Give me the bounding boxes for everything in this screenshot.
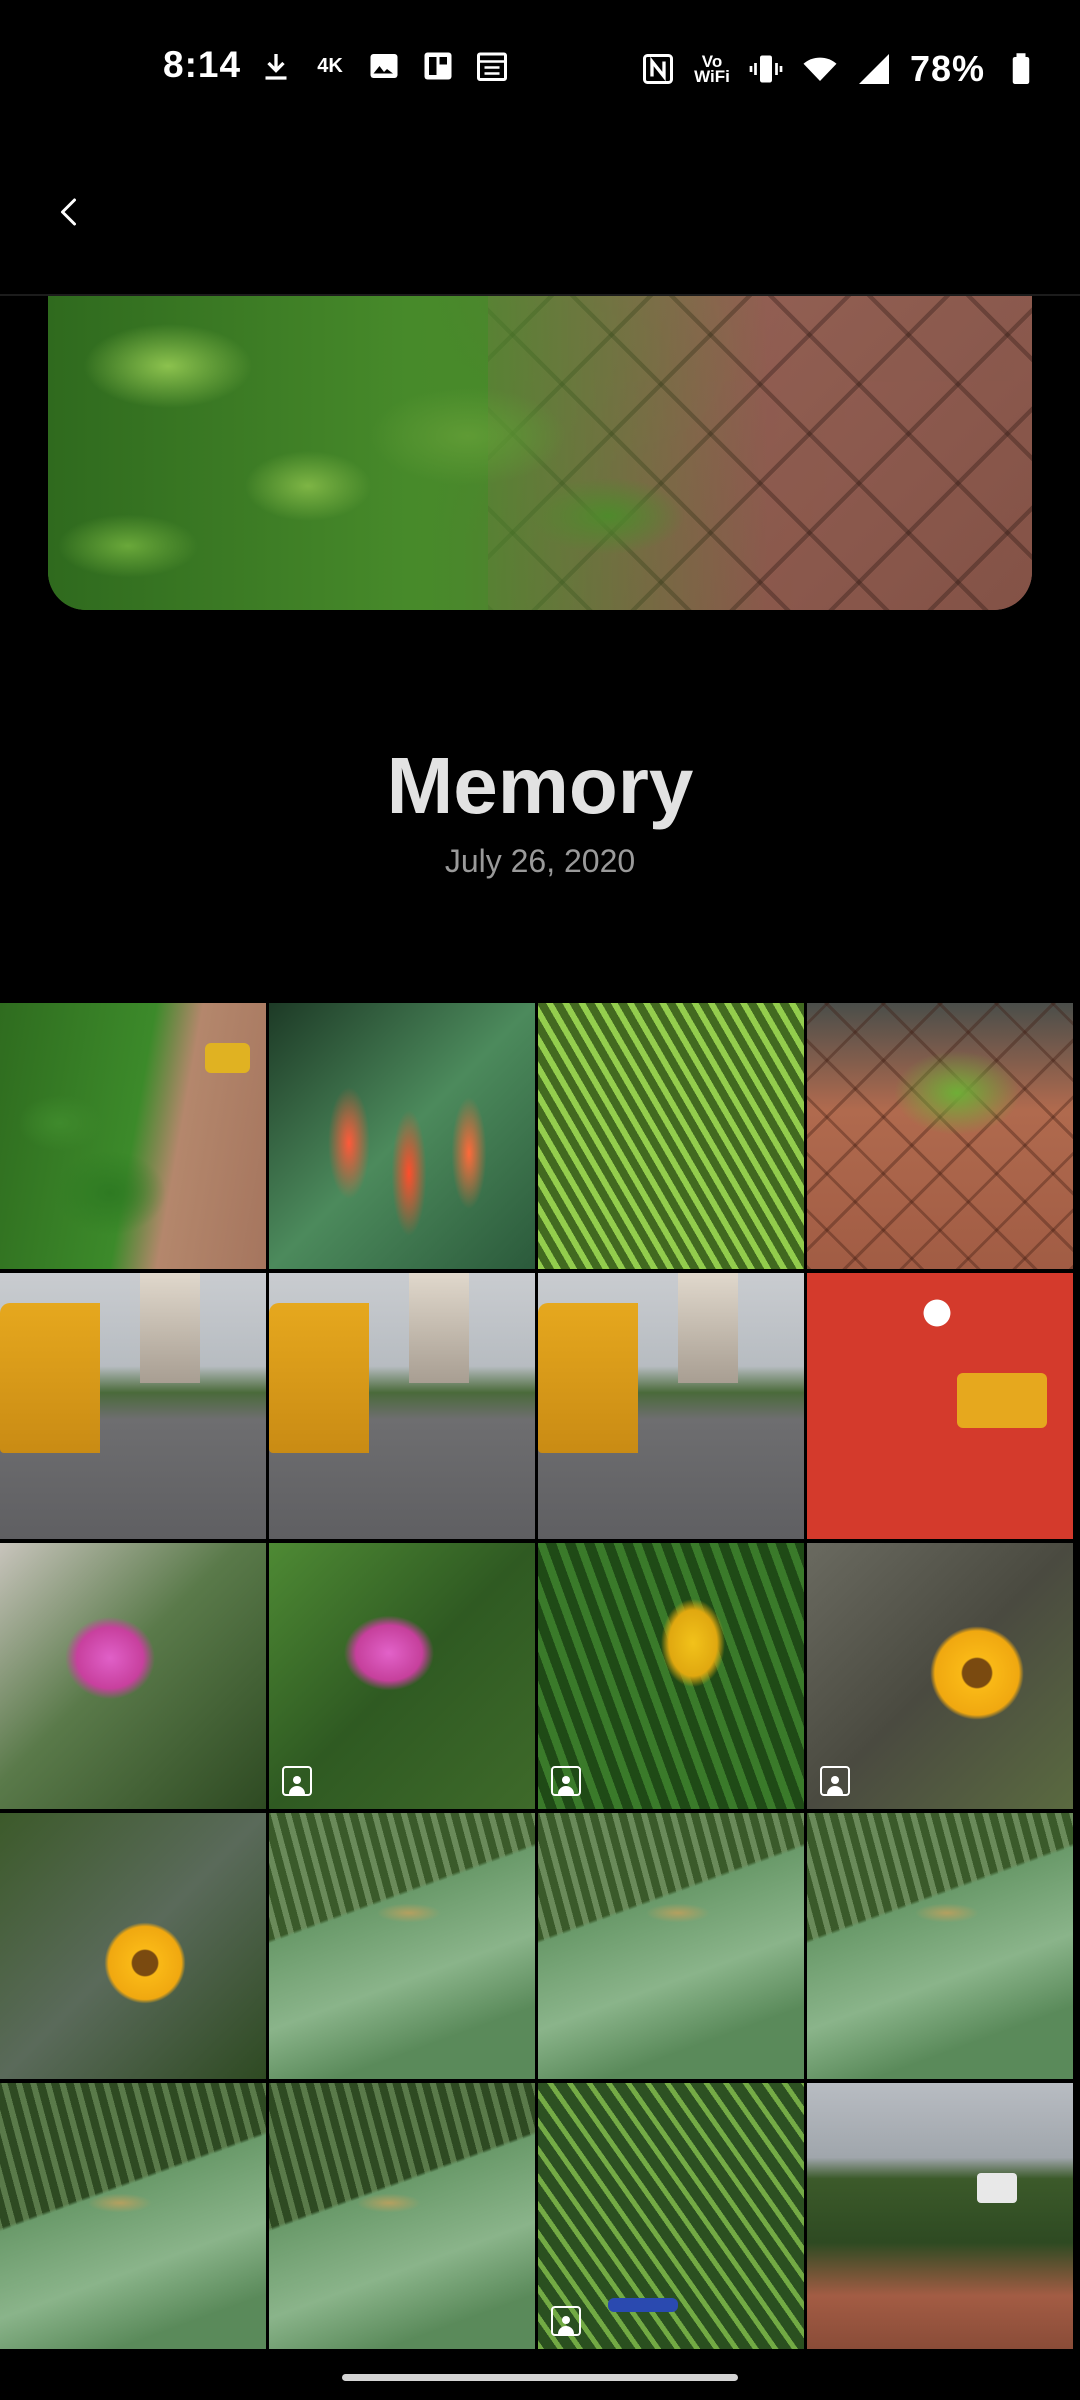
photo-thumbnail[interactable] — [538, 1273, 804, 1539]
4k-wallpaper-icon: 4K — [312, 48, 348, 84]
photo-thumbnail[interactable] — [0, 2083, 266, 2349]
volte-label-bottom: WiFi — [694, 67, 730, 86]
status-notification-icons: 4K — [258, 48, 510, 84]
back-button[interactable] — [40, 182, 100, 242]
photo-thumbnail[interactable] — [538, 1813, 804, 2079]
download-icon — [258, 48, 294, 84]
battery-percent: 78% — [910, 48, 986, 89]
photo-thumbnail[interactable] — [807, 1273, 1073, 1539]
photo-thumbnail[interactable] — [269, 1003, 535, 1269]
photo-thumbnail[interactable] — [0, 1813, 266, 2079]
app-bar — [0, 136, 1080, 296]
photo-thumbnail[interactable] — [269, 1273, 535, 1539]
wifi-icon — [802, 51, 838, 87]
battery-icon — [1003, 51, 1039, 87]
photo-thumbnail[interactable] — [269, 1543, 535, 1809]
four-k-label: 4K — [317, 54, 343, 77]
portrait-mode-icon — [820, 1766, 850, 1796]
photo-thumbnail[interactable] — [538, 2083, 804, 2349]
home-gesture-handle[interactable] — [342, 2374, 738, 2381]
photo-thumbnail[interactable] — [807, 1003, 1073, 1269]
memory-cover-photo[interactable] — [48, 296, 1032, 610]
image-icon — [366, 48, 402, 84]
photo-thumbnail[interactable] — [538, 1003, 804, 1269]
cellular-signal-icon — [856, 51, 892, 87]
status-system-icons: Vo WiFi 78% — [640, 48, 1039, 90]
gesture-navigation-bar — [0, 2353, 1080, 2400]
memory-date: July 26, 2020 — [444, 843, 636, 879]
photo-thumbnail[interactable] — [269, 1813, 535, 2079]
nfc-icon — [640, 51, 676, 87]
photo-grid — [0, 1003, 1080, 2349]
photo-thumbnail[interactable] — [269, 2083, 535, 2349]
portrait-mode-icon — [551, 1766, 581, 1796]
portrait-mode-icon — [282, 1766, 312, 1796]
vibrate-icon — [748, 51, 784, 87]
flipboard-icon — [420, 48, 456, 84]
photo-thumbnail[interactable] — [807, 2083, 1073, 2349]
photo-thumbnail[interactable] — [0, 1273, 266, 1539]
photo-thumbnail[interactable] — [538, 1543, 804, 1809]
portrait-mode-icon — [551, 2306, 581, 2336]
cover-leaves-area — [48, 296, 768, 610]
photo-thumbnail[interactable] — [807, 1813, 1073, 2079]
photo-thumbnail[interactable] — [0, 1003, 266, 1269]
photo-thumbnail[interactable] — [0, 1543, 266, 1809]
photo-thumbnail[interactable] — [807, 1543, 1073, 1809]
status-time: 8:14 — [163, 44, 242, 85]
calendar-icon — [474, 48, 510, 84]
status-bar: 8:14 4K Vo WiFi 78% — [0, 0, 1080, 136]
chevron-left-icon — [61, 198, 76, 226]
memory-title: Memory — [386, 741, 694, 830]
vowifi-icon: Vo WiFi — [694, 51, 730, 87]
